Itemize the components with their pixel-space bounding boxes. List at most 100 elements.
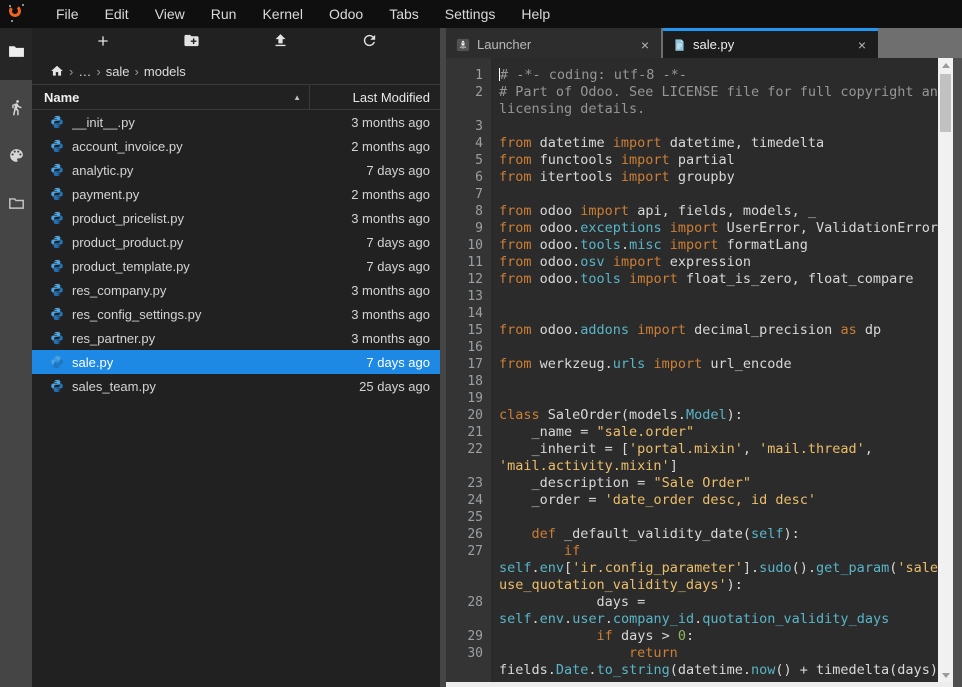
code-area[interactable]: # -*- coding: utf-8 -*-# Part of Odoo. S… [491, 58, 938, 682]
code-line [499, 186, 938, 203]
file-row[interactable]: product_product.py7 days ago [32, 230, 440, 254]
file-row[interactable]: payment.py2 months ago [32, 182, 440, 206]
code-line: use_quotation_validity_days'): [499, 577, 938, 594]
line-number: 12 [446, 271, 483, 288]
line-number: 21 [446, 424, 483, 441]
file-row[interactable]: product_template.py7 days ago [32, 254, 440, 278]
sidebar-item-running[interactable] [0, 92, 32, 128]
tab-label: sale.py [693, 37, 854, 52]
column-name-label: Name [44, 90, 79, 105]
code-line: from odoo.tools.misc import formatLang [499, 237, 938, 254]
home-icon[interactable] [50, 64, 64, 78]
activity-bar [0, 28, 32, 687]
menu-help[interactable]: Help [508, 0, 563, 28]
menu-file[interactable]: File [43, 0, 92, 28]
vertical-scrollbar[interactable] [938, 58, 953, 682]
line-number: 10 [446, 237, 483, 254]
file-modified: 7 days ago [366, 259, 440, 274]
file-name: analytic.py [72, 163, 366, 178]
line-number: 24 [446, 492, 483, 509]
file-row[interactable]: res_company.py3 months ago [32, 278, 440, 302]
file-browser-panel: ›…›sale›models Name ▲ Last Modified __in… [32, 28, 440, 687]
line-number: 16 [446, 339, 483, 356]
jupyterlab-window: FileEditViewRunKernelOdooTabsSettingsHel… [0, 0, 962, 687]
file-row[interactable]: account_invoice.py2 months ago [32, 134, 440, 158]
line-number [446, 577, 483, 594]
python-file-icon [50, 259, 64, 273]
menu-run[interactable]: Run [198, 0, 250, 28]
code-line: from functools import partial [499, 152, 938, 169]
file-name: res_company.py [72, 283, 351, 298]
python-file-icon [50, 115, 64, 129]
file-row[interactable]: __init__.py3 months ago [32, 110, 440, 134]
file-name: sales_team.py [72, 379, 359, 394]
file-row[interactable]: product_pricelist.py3 months ago [32, 206, 440, 230]
code-line: self.env['ir.config_parameter'].sudo().g… [499, 560, 938, 577]
menu-tabs[interactable]: Tabs [376, 0, 432, 28]
line-number [446, 458, 483, 475]
line-number: 20 [446, 407, 483, 424]
refresh-button[interactable] [356, 30, 384, 56]
scrollbar-thumb[interactable] [940, 74, 951, 132]
file-modified: 2 months ago [351, 187, 440, 202]
tab-launcher[interactable]: Launcher × [446, 28, 661, 58]
scroll-down-arrow[interactable] [938, 668, 953, 682]
sidebar-item-tabs[interactable] [0, 188, 32, 224]
python-file-icon [50, 355, 64, 369]
line-number: 13 [446, 288, 483, 305]
python-file-icon [50, 331, 64, 345]
chevron-separator-icon: › [96, 64, 100, 79]
horizontal-scrollbar[interactable] [446, 682, 953, 687]
menu-view[interactable]: View [142, 0, 198, 28]
tab-sale-py[interactable]: sale.py × [663, 28, 878, 58]
sidebar-item-file-browser[interactable] [0, 28, 32, 80]
menu-edit[interactable]: Edit [92, 0, 142, 28]
scroll-up-arrow[interactable] [938, 58, 953, 72]
file-row[interactable]: res_config_settings.py3 months ago [32, 302, 440, 326]
new-folder-button[interactable] [178, 30, 206, 56]
code-line [499, 509, 938, 526]
folder-icon [8, 43, 25, 65]
line-number: 19 [446, 390, 483, 407]
file-name: payment.py [72, 187, 351, 202]
code-line: from werkzeug.urls import url_encode [499, 356, 938, 373]
upload-button[interactable] [267, 30, 295, 56]
line-number [446, 560, 483, 577]
file-name: product_pricelist.py [72, 211, 351, 226]
code-line: 'mail.activity.mixin'] [499, 458, 938, 475]
line-number: 26 [446, 526, 483, 543]
line-number [446, 662, 483, 679]
code-line: days = [499, 594, 938, 611]
code-line: # -*- coding: utf-8 -*- [499, 67, 938, 84]
chevron-separator-icon: › [69, 64, 73, 79]
menu-kernel[interactable]: Kernel [249, 0, 315, 28]
breadcrumb-item: models [144, 64, 186, 79]
plus-icon [95, 33, 111, 54]
sidebar-item-commands[interactable] [0, 140, 32, 176]
dock-right-strip [953, 58, 962, 687]
file-row[interactable]: sale.py7 days ago [32, 350, 440, 374]
file-row[interactable]: res_partner.py3 months ago [32, 326, 440, 350]
app-logo-icon [9, 5, 27, 23]
column-header-modified[interactable]: Last Modified [310, 90, 440, 105]
python-file-icon [50, 283, 64, 297]
menu-odoo[interactable]: Odoo [316, 0, 376, 28]
file-row[interactable]: sales_team.py25 days ago [32, 374, 440, 398]
menu-items: FileEditViewRunKernelOdooTabsSettingsHel… [43, 0, 563, 28]
file-row[interactable]: analytic.py7 days ago [32, 158, 440, 182]
new-launcher-button[interactable] [89, 30, 117, 56]
running-person-icon [8, 99, 25, 121]
tab-label: Launcher [477, 37, 637, 52]
column-header-name[interactable]: Name ▲ [32, 90, 309, 105]
line-number: 23 [446, 475, 483, 492]
breadcrumb-item[interactable]: … [78, 64, 91, 79]
palette-icon [8, 147, 25, 169]
close-icon[interactable]: × [854, 37, 870, 53]
menu-settings[interactable]: Settings [432, 0, 509, 28]
close-icon[interactable]: × [637, 37, 653, 53]
code-line: from odoo.addons import decimal_precisio… [499, 322, 938, 339]
line-number: 18 [446, 373, 483, 390]
file-modified: 3 months ago [351, 115, 440, 130]
breadcrumb-item[interactable]: sale [106, 64, 130, 79]
file-modified: 7 days ago [366, 355, 440, 370]
